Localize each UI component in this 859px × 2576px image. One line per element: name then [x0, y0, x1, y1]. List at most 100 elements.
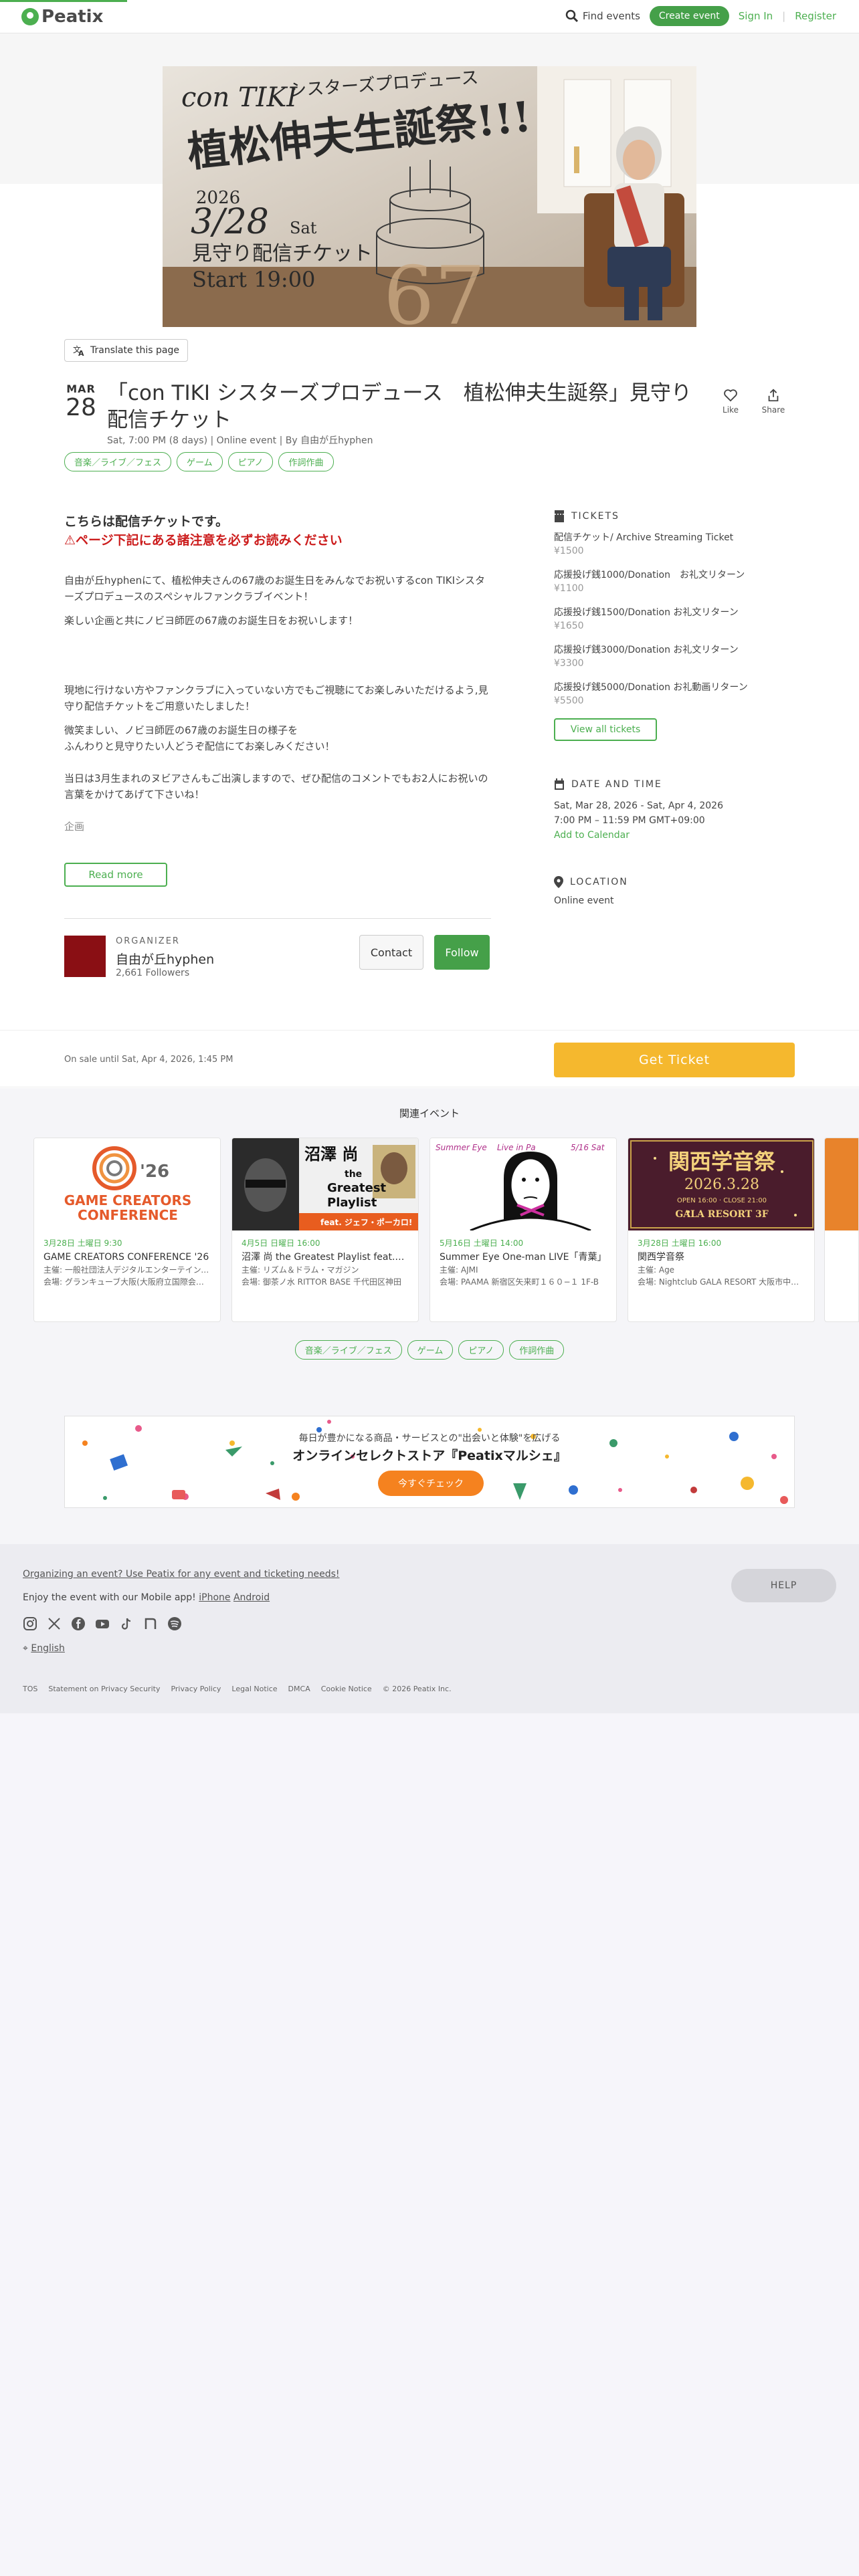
related-tag-piano[interactable]: ピアノ: [458, 1340, 504, 1360]
add-to-calendar-link[interactable]: Add to Calendar: [554, 830, 630, 841]
language-label: English: [31, 1643, 65, 1654]
x-twitter-icon[interactable]: [47, 1616, 62, 1631]
share-icon: [768, 389, 779, 402]
related-tag-music[interactable]: 音楽／ライブ／フェス: [294, 1340, 402, 1360]
related-tag-songwriting[interactable]: 作詞作曲: [509, 1340, 565, 1360]
location-heading: LOCATION: [554, 876, 795, 888]
ticket-name: 応援投げ銭3000/Donation お礼文リターン: [554, 645, 739, 655]
ticket-item: 応援投げ銭1500/Donation お礼文リターン ¥1650: [554, 606, 795, 633]
event-meta: Sat, 7:00 PM (8 days) | Online event | B…: [107, 435, 373, 446]
card-host: 主催: 一般社団法人デジタルエンターテインメント: [43, 1265, 211, 1275]
language-selector[interactable]: ⌖ English: [23, 1643, 65, 1654]
header-separator: |: [782, 10, 786, 22]
tag-music[interactable]: 音楽／ライブ／フェス: [64, 452, 172, 471]
related-event-image: Summer Eye Live in Pa 5/16 Sat: [430, 1138, 616, 1230]
summer-eye-right: 5/16 Sat: [571, 1143, 605, 1152]
related-events-section: 関連イベント '26 GAME CREATORS CONFERENCE 3月28…: [0, 1088, 859, 1544]
summer-eye-left: Summer Eye: [436, 1143, 487, 1152]
facebook-icon[interactable]: [71, 1616, 86, 1631]
card-venue: 会場: Nightclub GALA RESORT 大阪市中央区: [638, 1277, 805, 1287]
ticket-price: ¥3300: [554, 658, 584, 669]
top-bar: Peatix Find events Create event Sign In …: [0, 0, 859, 33]
related-event-image: '26 GAME CREATORS CONFERENCE: [34, 1138, 220, 1230]
footer-link-tos[interactable]: TOS: [23, 1685, 37, 1693]
translate-page-button[interactable]: 文A Translate this page: [64, 339, 188, 362]
organizer-avatar[interactable]: [64, 936, 106, 977]
share-button[interactable]: Share: [760, 388, 787, 415]
cover-date: 3/28: [191, 202, 269, 242]
date-heading: DATE AND TIME: [554, 778, 795, 790]
peatix-logo[interactable]: Peatix: [21, 7, 103, 27]
ticket-price: ¥1500: [554, 546, 584, 556]
contact-button[interactable]: Contact: [359, 935, 423, 970]
read-more-button[interactable]: Read more: [64, 863, 167, 887]
ticket-item: 応援投げ銭3000/Donation お礼文リターン ¥3300: [554, 643, 795, 670]
description-para6: 当日は3月生まれのヌビアさんもご出演しますので、ぜひ配信のコメントでもお2人にお…: [64, 772, 488, 800]
find-events-label: Find events: [582, 10, 640, 22]
date-range: Sat, Mar 28, 2026 - Sat, Apr 4, 2026: [554, 800, 723, 811]
tiktok-icon[interactable]: [119, 1616, 134, 1631]
kansai-time: OPEN 16:00 · CLOSE 21:00: [677, 1197, 767, 1204]
peatix-marche-banner[interactable]: 毎日が豊かになる商品・サービスとの"出会いと体験"を広げる オンラインセレクトス…: [64, 1416, 795, 1508]
organizer-name[interactable]: 自由が丘hyphen: [116, 950, 214, 968]
follow-button[interactable]: Follow: [434, 935, 490, 970]
tag-game[interactable]: ゲーム: [177, 452, 223, 471]
create-event-button[interactable]: Create event: [649, 6, 729, 26]
instagram-icon[interactable]: [23, 1616, 37, 1631]
banner-check-button[interactable]: 今すぐチェック: [378, 1471, 484, 1496]
footer-link-dmca[interactable]: DMCA: [288, 1685, 310, 1693]
svg-text:A: A: [78, 349, 84, 356]
footer-link-privacy-security[interactable]: Statement on Privacy Security: [48, 1685, 160, 1693]
sign-in-link[interactable]: Sign In: [739, 10, 773, 22]
calendar-icon: [555, 778, 564, 790]
card-date: 4月5日 日曜日 16:00: [242, 1239, 320, 1248]
event-cover-art: con TIKI シスターズプロデュース 植松伸夫生誕祭!!! 2026 3/2…: [163, 66, 696, 327]
card-venue: 会場: 御茶ノ水 RITTOR BASE 千代田区神田: [242, 1277, 402, 1287]
copyright: © 2026 Peatix Inc.: [382, 1685, 452, 1693]
tag-songwriting[interactable]: 作詞作曲: [278, 452, 334, 471]
footer-link-cookie[interactable]: Cookie Notice: [321, 1685, 372, 1693]
footer-link-privacy-policy[interactable]: Privacy Policy: [171, 1685, 221, 1693]
ticket-price: ¥5500: [554, 695, 584, 706]
footer-link-legal[interactable]: Legal Notice: [231, 1685, 277, 1693]
get-ticket-button[interactable]: Get Ticket: [554, 1043, 795, 1077]
register-link[interactable]: Register: [795, 10, 836, 22]
organizer-label: ORGANIZER: [116, 936, 180, 946]
organize-event-link[interactable]: Organizing an event? Use Peatix for any …: [23, 1569, 340, 1580]
mobile-app-line: Enjoy the event with our Mobile app! iPh…: [23, 1592, 270, 1603]
description-para3: 現地に行けない方やファンクラブに入っていない方でもご視聴にてお楽しみいただけるよ…: [64, 684, 488, 712]
related-event-card[interactable]: 関西学音祭 2026.3.28 OPEN 16:00 · CLOSE 21:00…: [628, 1138, 815, 1322]
related-tag-game[interactable]: ゲーム: [407, 1340, 454, 1360]
related-event-card-peek[interactable]: [824, 1138, 859, 1322]
playlist-greatest: Greatest: [327, 1181, 387, 1195]
iphone-link[interactable]: iPhone: [199, 1592, 230, 1603]
gcc-logo-art: '26 GAME CREATORS CONFERENCE: [64, 1146, 191, 1223]
android-link[interactable]: Android: [233, 1592, 270, 1603]
related-event-card[interactable]: '26 GAME CREATORS CONFERENCE 3月28日 土曜日 9…: [33, 1138, 221, 1322]
playlist-feat: feat. ジェフ・ポーカロ!: [320, 1217, 412, 1227]
tag-piano[interactable]: ピアノ: [227, 452, 274, 471]
gcc-subtitle: CONFERENCE: [78, 1207, 178, 1223]
card-host: 主催: リズム＆ドラム・マガジン: [242, 1265, 359, 1275]
card-date: 3月28日 土曜日 9:30: [43, 1239, 122, 1248]
event-tags: 音楽／ライブ／フェス ゲーム ピアノ 作詞作曲: [64, 452, 334, 471]
related-tags: 音楽／ライブ／フェス ゲーム ピアノ 作詞作曲: [0, 1340, 859, 1360]
event-day: 28: [66, 394, 96, 421]
summer-eye-art: Summer Eye Live in Pa 5/16 Sat: [436, 1143, 605, 1230]
note-icon[interactable]: [143, 1616, 158, 1631]
cover-kind: 見守り配信チケット: [192, 242, 373, 265]
card-date: 3月28日 土曜日 16:00: [638, 1239, 722, 1248]
like-button[interactable]: Like: [717, 388, 744, 415]
related-event-card[interactable]: Summer Eye Live in Pa 5/16 Sat 5月16日 土曜日…: [430, 1138, 617, 1322]
peatix-logo-icon: [21, 8, 39, 25]
spotify-icon[interactable]: [167, 1616, 182, 1631]
youtube-icon[interactable]: [95, 1616, 110, 1631]
ticket-name: 配信チケット/ Archive Streaming Ticket: [554, 532, 734, 543]
help-button[interactable]: HELP: [731, 1569, 836, 1602]
view-all-tickets-button[interactable]: View all tickets: [554, 718, 657, 741]
card-date: 5月16日 土曜日 14:00: [440, 1239, 524, 1248]
banner-title: オンラインセレクトストア『Peatixマルシェ』: [292, 1448, 567, 1463]
related-event-card[interactable]: 沼澤 尚 the Greatest Playlist feat. ジェフ・ポーカ…: [231, 1138, 419, 1322]
find-events-link[interactable]: Find events: [565, 9, 640, 23]
mobile-app-text: Enjoy the event with our Mobile app!: [23, 1592, 196, 1603]
